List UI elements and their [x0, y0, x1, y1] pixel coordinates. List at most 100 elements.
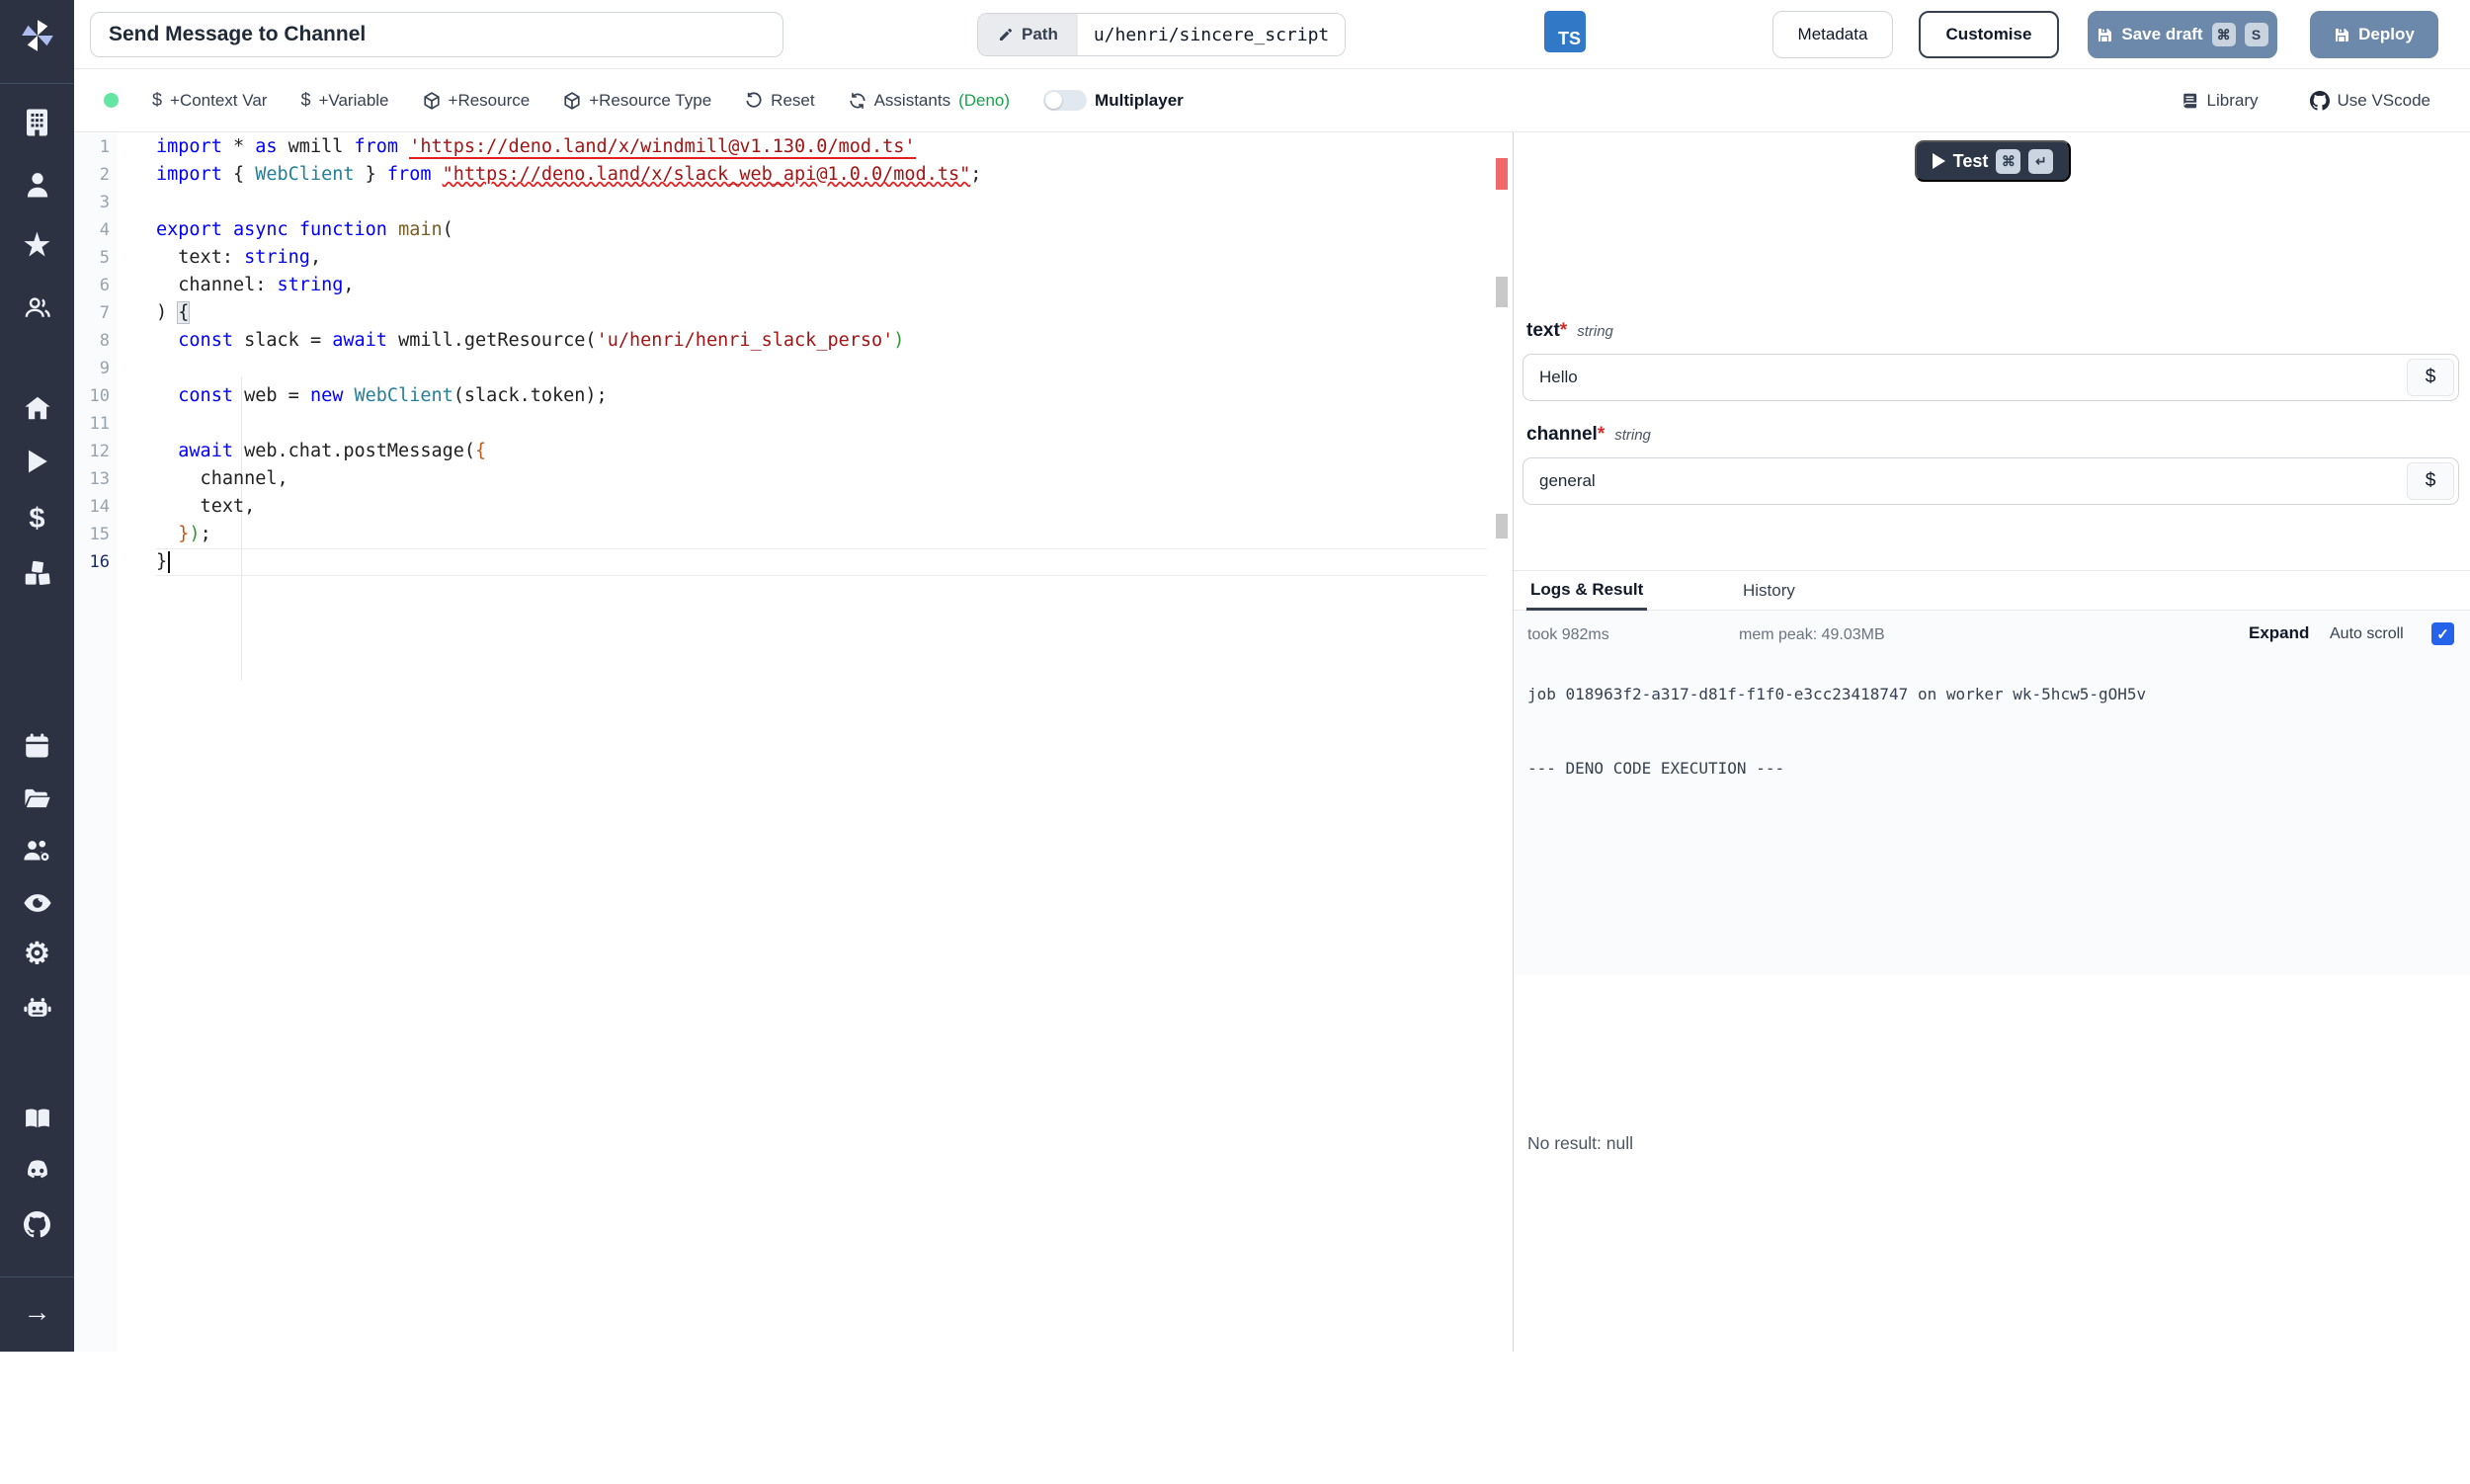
- reset-button[interactable]: Reset: [745, 91, 815, 111]
- code-line[interactable]: import * as wmill from 'https://deno.lan…: [156, 133, 1487, 161]
- code-line[interactable]: text,: [156, 493, 1487, 521]
- overview-ruler[interactable]: [1496, 132, 1508, 1352]
- text-field-input[interactable]: [1523, 355, 2458, 400]
- tab-logs-result[interactable]: Logs & Result: [1526, 571, 1648, 611]
- sidebar-item-user[interactable]: [0, 163, 74, 206]
- insert-variable-button[interactable]: $: [2407, 359, 2454, 396]
- sidebar-item-discord[interactable]: [0, 1149, 74, 1193]
- add-variable-button[interactable]: $ +Variable: [300, 90, 388, 111]
- line-number: 1: [99, 137, 110, 157]
- save-draft-button-label: Save draft: [2121, 25, 2203, 43]
- use-vscode-button[interactable]: Use VScode: [2309, 90, 2430, 111]
- deploy-button[interactable]: Deploy: [2310, 11, 2438, 58]
- sidebar-expand-button[interactable]: →: [0, 1290, 74, 1334]
- tab-history[interactable]: History: [1743, 571, 1795, 611]
- save-draft-button[interactable]: Save draft ⌘ S: [2088, 11, 2277, 58]
- sidebar: ★ $ ⚙ →: [0, 0, 74, 1352]
- sidebar-item-github[interactable]: [0, 1202, 74, 1246]
- line-number: 12: [89, 442, 110, 461]
- arrow-right-icon: →: [23, 1296, 51, 1327]
- path-value[interactable]: u/henri/sincere_script: [1077, 14, 1346, 55]
- sidebar-item-favorites[interactable]: ★: [0, 224, 74, 268]
- required-asterisk: *: [1597, 424, 1606, 445]
- result-text: No result: null: [1527, 1133, 1633, 1153]
- field-name: text: [1526, 320, 1560, 341]
- sync-icon: [849, 92, 865, 109]
- field-type: string: [1614, 427, 1651, 444]
- code-line[interactable]: channel: string,: [156, 272, 1487, 299]
- code-line[interactable]: [156, 410, 1487, 438]
- code-line[interactable]: text: string,: [156, 244, 1487, 272]
- sidebar-item-runs[interactable]: [0, 440, 74, 483]
- sidebar-item-groups[interactable]: [0, 829, 74, 872]
- code-line[interactable]: [156, 355, 1487, 382]
- sidebar-item-schedules[interactable]: [0, 723, 74, 767]
- test-button[interactable]: Test ⌘ ↵: [1915, 140, 2071, 182]
- code-line[interactable]: const web = new WebClient(slack.token);: [156, 382, 1487, 410]
- path-edit-button[interactable]: Path: [978, 14, 1078, 55]
- editor-toolbar: $ +Context Var $ +Variable +Resource +Re…: [74, 69, 2470, 132]
- channel-field-input[interactable]: [1523, 458, 2458, 504]
- assistants-button[interactable]: Assistants (Deno): [849, 91, 1010, 111]
- code-line[interactable]: }: [156, 548, 1487, 576]
- dollar-icon: $: [300, 90, 311, 110]
- add-resource-button[interactable]: +Resource: [423, 91, 530, 111]
- sidebar-divider: [0, 1277, 74, 1278]
- customise-button[interactable]: Customise: [1919, 11, 2059, 58]
- multiplayer-toggle[interactable]: [1043, 90, 1088, 111]
- code-line[interactable]: export async function main(: [156, 216, 1487, 244]
- add-resource-type-button[interactable]: +Resource Type: [563, 91, 711, 111]
- robot-icon: [23, 998, 51, 1017]
- add-resource-type-label: +Resource Type: [589, 90, 712, 110]
- scrollbar-marker[interactable]: [1496, 277, 1508, 307]
- calendar-icon: [26, 733, 48, 757]
- code-line[interactable]: const slack = await wmill.getResource('u…: [156, 327, 1487, 355]
- discord-icon: [27, 1160, 47, 1179]
- sidebar-item-variables[interactable]: $: [0, 497, 74, 540]
- windmill-logo-icon[interactable]: [0, 14, 74, 57]
- kbd-s: S: [2244, 23, 2268, 46]
- star-icon: ★: [24, 229, 50, 262]
- code-line[interactable]: await web.chat.postMessage({: [156, 438, 1487, 465]
- code-editor[interactable]: 1 2 3 4 5 6 7 8 9 10 11 12 13 14 15 16 import * as wmil…: [74, 132, 1513, 1352]
- users-icon: [25, 297, 50, 317]
- code-line[interactable]: [156, 189, 1487, 216]
- field-label-channel: channel* string: [1526, 424, 1651, 446]
- line-number: 4: [99, 220, 110, 240]
- multiplayer-label: Multiplayer: [1095, 90, 1184, 110]
- sidebar-item-users[interactable]: [0, 286, 74, 329]
- sidebar-item-folders[interactable]: [0, 777, 74, 820]
- github-icon: [2309, 90, 2330, 111]
- add-context-var-button[interactable]: $ +Context Var: [152, 90, 267, 111]
- logs-tabs: Logs & Result History: [1514, 571, 2470, 611]
- path-control[interactable]: Path u/henri/sincere_script: [977, 13, 1347, 56]
- typescript-badge-label: TS: [1557, 29, 1581, 48]
- autoscroll-checkbox[interactable]: ✓: [2431, 622, 2454, 645]
- scrollbar-marker[interactable]: [1496, 514, 1508, 538]
- sidebar-item-workers[interactable]: [0, 986, 74, 1030]
- line-number: 5: [99, 248, 110, 268]
- code-line[interactable]: ) {: [156, 299, 1487, 327]
- logs-section: Logs & Result History took 982ms mem pea…: [1514, 570, 2470, 1415]
- code-line[interactable]: });: [156, 521, 1487, 548]
- sidebar-item-home[interactable]: [0, 386, 74, 430]
- metadata-button[interactable]: Metadata: [1772, 11, 1893, 58]
- script-title-input[interactable]: [90, 12, 783, 57]
- expand-button[interactable]: Expand: [2249, 623, 2309, 643]
- dollar-icon: $: [152, 90, 163, 110]
- library-button[interactable]: Library: [2182, 91, 2259, 111]
- line-number: 2: [99, 165, 110, 185]
- path-label: Path: [1022, 25, 1058, 43]
- line-number: 16: [89, 552, 110, 572]
- play-icon: [28, 450, 47, 473]
- code-line[interactable]: channel,: [156, 465, 1487, 493]
- sidebar-item-settings[interactable]: ⚙: [0, 933, 74, 976]
- windmill-logo-icon: [21, 20, 53, 51]
- sidebar-item-resources[interactable]: [0, 551, 74, 595]
- code-content[interactable]: import * as wmill from 'https://deno.lan…: [156, 133, 1487, 576]
- sidebar-item-docs[interactable]: [0, 1097, 74, 1140]
- insert-variable-button[interactable]: $: [2407, 462, 2454, 500]
- code-line[interactable]: import { WebClient } from "https://deno.…: [156, 161, 1487, 189]
- sidebar-item-audit-logs[interactable]: [0, 881, 74, 925]
- sidebar-item-workspace[interactable]: [0, 101, 74, 144]
